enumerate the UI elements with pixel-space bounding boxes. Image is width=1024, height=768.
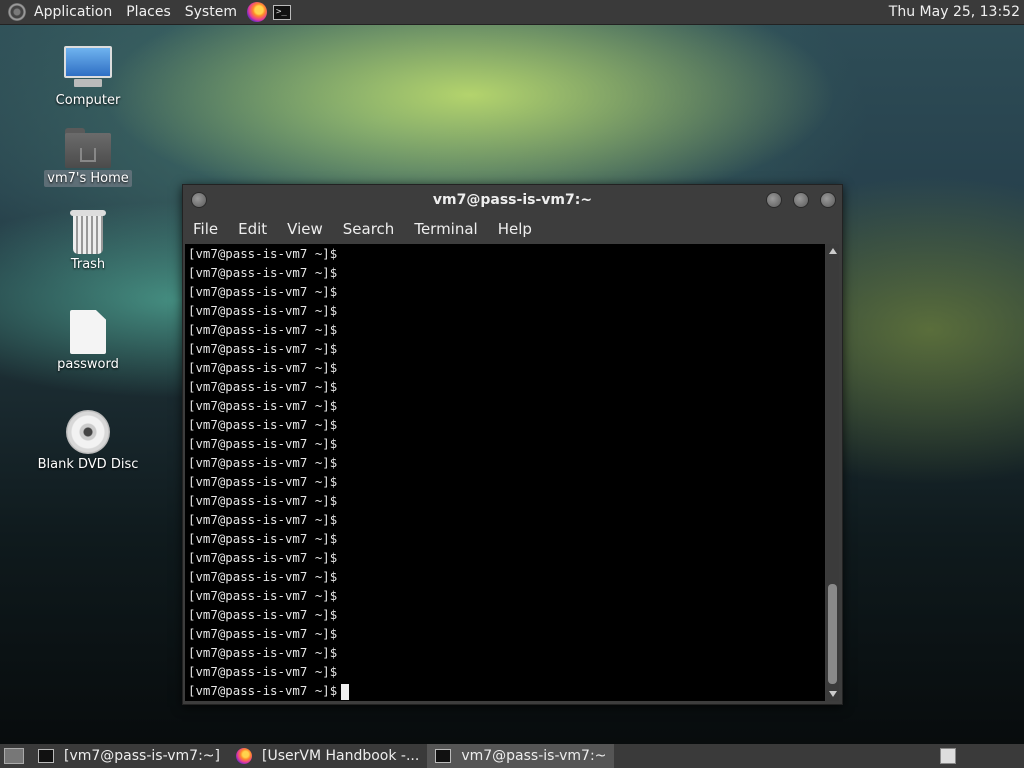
application-menu[interactable]: Application: [34, 4, 112, 20]
terminal-line: [vm7@pass-is-vm7 ~]$: [188, 531, 338, 546]
terminal-line: [vm7@pass-is-vm7 ~]$: [188, 607, 338, 622]
window-title: vm7@pass-is-vm7:~: [432, 192, 593, 208]
places-menu[interactable]: Places: [126, 4, 171, 20]
terminal-line: [vm7@pass-is-vm7 ~]$: [188, 398, 338, 413]
window-titlebar[interactable]: vm7@pass-is-vm7:~: [183, 185, 842, 215]
taskbar-item-firefox[interactable]: [UserVM Handbook -...: [228, 744, 427, 768]
scroll-up-icon[interactable]: [829, 248, 837, 254]
scroll-down-icon[interactable]: [829, 691, 837, 697]
text-cursor: [341, 683, 350, 700]
file-icon: [70, 310, 106, 354]
firefox-icon[interactable]: [246, 2, 267, 22]
desktop-icon-label: Computer: [55, 93, 121, 108]
terminal-line: [vm7@pass-is-vm7 ~]$: [188, 322, 338, 337]
menu-help[interactable]: Help: [498, 220, 532, 238]
desktop-icon-label: vm7's Home: [44, 170, 132, 187]
task-label: [vm7@pass-is-vm7:~]: [64, 748, 220, 764]
terminal-line: [vm7@pass-is-vm7 ~]$: [188, 455, 338, 470]
menu-file[interactable]: File: [193, 220, 218, 238]
terminal-icon[interactable]: >_: [272, 4, 291, 20]
workspace-switcher[interactable]: [940, 748, 956, 764]
terminal-line: [vm7@pass-is-vm7 ~]$: [188, 379, 338, 394]
terminal-line: [vm7@pass-is-vm7 ~]$: [188, 246, 338, 261]
desktop-icon-password[interactable]: password: [33, 310, 143, 373]
terminal-scrollbar[interactable]: [826, 244, 839, 701]
menu-edit[interactable]: Edit: [238, 220, 267, 238]
terminal-line: [vm7@pass-is-vm7 ~]$: [188, 417, 338, 432]
desktop-icon-label: password: [57, 357, 119, 372]
terminal-line: [vm7@pass-is-vm7 ~]$: [185, 681, 825, 700]
terminal-icon: [435, 749, 452, 763]
desktop-icon-dvd[interactable]: Blank DVD Disc: [33, 410, 143, 473]
menu-view[interactable]: View: [287, 220, 323, 238]
terminal-line: [vm7@pass-is-vm7 ~]$: [188, 569, 338, 584]
dvd-icon: [66, 410, 110, 454]
menu-terminal[interactable]: Terminal: [414, 220, 477, 238]
task-label: vm7@pass-is-vm7:~: [461, 748, 607, 764]
desktop-icon-trash[interactable]: Trash: [33, 210, 143, 273]
show-desktop-icon[interactable]: [4, 748, 24, 764]
terminal-line: [vm7@pass-is-vm7 ~]$: [188, 512, 338, 527]
desktop-icon-label: Blank DVD Disc: [37, 457, 139, 472]
top-panel: Application Places System >_ Thu May 25,…: [0, 0, 1024, 24]
desktop-icon-label: Trash: [70, 257, 106, 272]
terminal-line: [vm7@pass-is-vm7 ~]$: [188, 303, 338, 318]
terminal-line: [vm7@pass-is-vm7 ~]$: [188, 341, 338, 356]
terminal-line: [vm7@pass-is-vm7 ~]$: [188, 645, 338, 660]
terminal-output[interactable]: [vm7@pass-is-vm7 ~]$ [vm7@pass-is-vm7 ~]$…: [185, 244, 825, 701]
trash-icon: [70, 210, 106, 254]
terminal-window[interactable]: vm7@pass-is-vm7:~ File Edit View Search …: [182, 184, 843, 705]
terminal-line: [vm7@pass-is-vm7 ~]$: [188, 265, 338, 280]
bottom-panel: [vm7@pass-is-vm7:~] [UserVM Handbook -..…: [0, 744, 1024, 768]
firefox-icon: [236, 748, 252, 764]
taskbar-item-terminal-2[interactable]: vm7@pass-is-vm7:~: [427, 744, 615, 768]
taskbar-item-terminal-1[interactable]: [vm7@pass-is-vm7:~]: [30, 744, 228, 768]
terminal-line: [vm7@pass-is-vm7 ~]$: [188, 284, 338, 299]
system-menu[interactable]: System: [185, 4, 237, 20]
menu-search[interactable]: Search: [343, 220, 395, 238]
task-label: [UserVM Handbook -...: [262, 748, 420, 764]
terminal-line: [vm7@pass-is-vm7 ~]$: [188, 360, 338, 375]
terminal-line: [vm7@pass-is-vm7 ~]$: [188, 626, 338, 641]
home-folder-icon: [65, 128, 111, 168]
scrollbar-thumb[interactable]: [828, 584, 837, 684]
terminal-line: [vm7@pass-is-vm7 ~]$: [188, 474, 338, 489]
terminal-icon: [38, 749, 54, 763]
desktop-icon-home[interactable]: vm7's Home: [33, 128, 143, 187]
terminal-line: [vm7@pass-is-vm7 ~]$: [188, 588, 338, 603]
terminal-line: [vm7@pass-is-vm7 ~]$: [188, 436, 338, 451]
terminal-line: [vm7@pass-is-vm7 ~]$: [188, 550, 338, 565]
terminal-menubar: File Edit View Search Terminal Help: [183, 215, 842, 243]
clock[interactable]: Thu May 25, 13:52: [889, 4, 1020, 20]
desktop-icon-computer[interactable]: Computer: [33, 46, 143, 109]
terminal-line: [vm7@pass-is-vm7 ~]$: [188, 664, 338, 679]
distro-logo-icon[interactable]: [8, 3, 26, 21]
terminal-line: [vm7@pass-is-vm7 ~]$: [188, 493, 338, 508]
computer-icon: [64, 46, 112, 90]
